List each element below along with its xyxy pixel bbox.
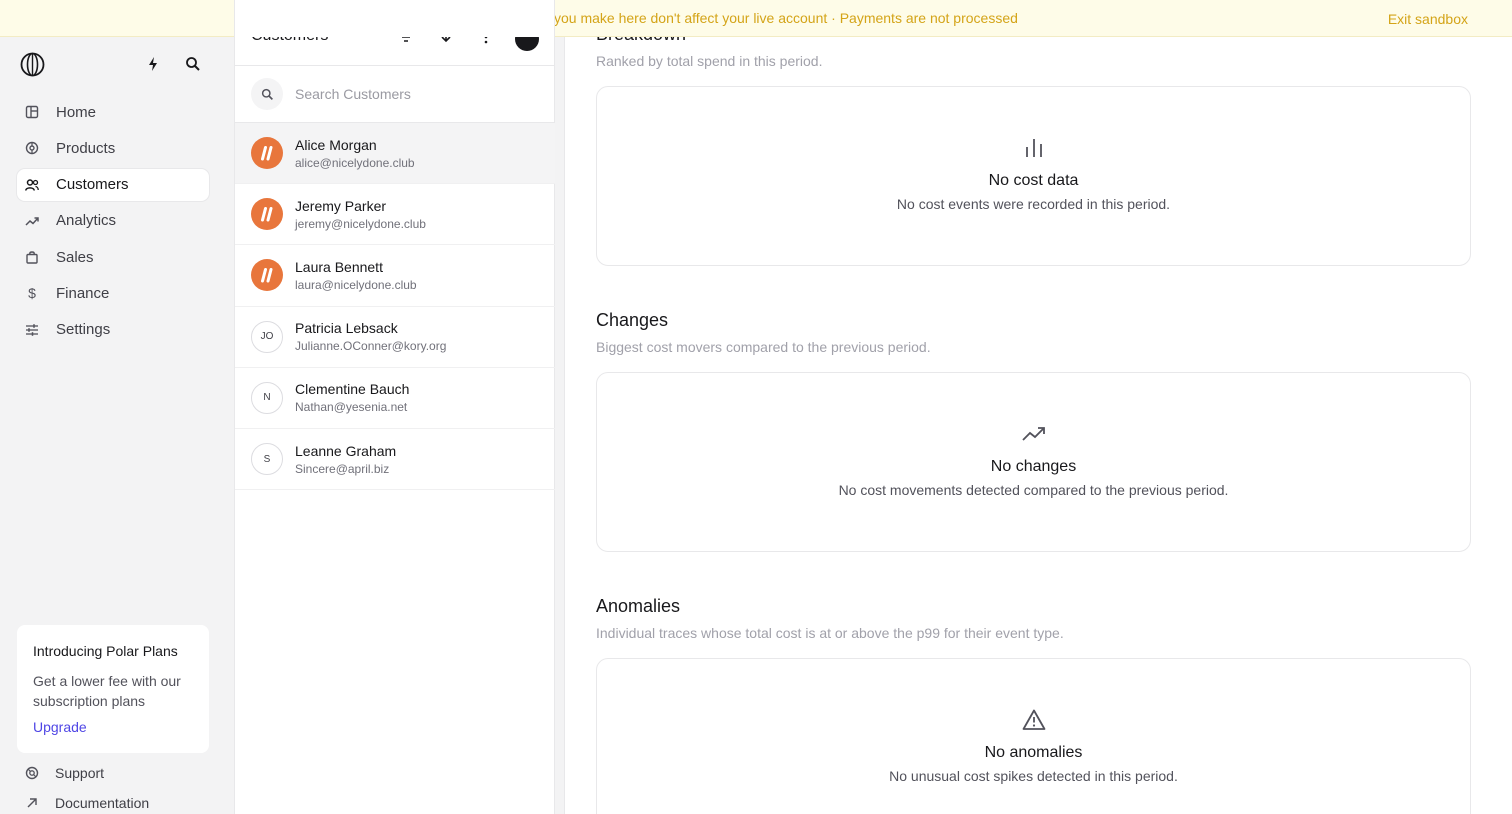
- customer-row[interactable]: S Leanne Graham Sincere@april.biz: [235, 429, 555, 491]
- arrow-up-right-icon: [25, 796, 39, 810]
- anomalies-empty-title: No anomalies: [984, 744, 1083, 761]
- support-icon: [25, 766, 39, 780]
- sales-icon: [25, 250, 39, 264]
- customer-name: Patricia Lebsack: [295, 320, 398, 337]
- sidebar-item-analytics[interactable]: Analytics: [17, 205, 209, 237]
- changes-card: No changes No cost movements detected co…: [596, 372, 1471, 552]
- trending-up-icon: [1021, 427, 1045, 441]
- anomalies-card: No anomalies No unusual cost spikes dete…: [596, 658, 1471, 814]
- customer-email: alice@nicelydone.club: [295, 155, 415, 170]
- support-link[interactable]: Support: [25, 765, 104, 781]
- upgrade-link[interactable]: Upgrade: [33, 719, 87, 735]
- customer-name: Clementine Bauch: [295, 381, 410, 398]
- customer-name: Leanne Graham: [295, 442, 397, 459]
- sidebar-item-home[interactable]: Home: [17, 96, 209, 128]
- changes-empty-title: No changes: [990, 458, 1077, 475]
- search-icon[interactable]: [185, 56, 201, 72]
- settings-icon: [25, 323, 39, 337]
- sidebar-item-finance[interactable]: $ Finance: [17, 277, 209, 309]
- customer-email: Nathan@yesenia.net: [295, 400, 408, 415]
- customer-name: Jeremy Parker: [295, 197, 387, 214]
- customer-name: Alice Morgan: [295, 136, 377, 153]
- customer-avatar: S: [251, 443, 283, 476]
- sidebar-item-label: Customers: [56, 176, 129, 194]
- anomalies-empty-text: No unusual cost spikes detected in this …: [889, 768, 1178, 784]
- polar-logo-icon[interactable]: [20, 52, 45, 77]
- warning-icon: [1022, 709, 1045, 730]
- sidebar: Home Products Customers Analytics Sales: [0, 37, 234, 814]
- sidebar-item-sales[interactable]: Sales: [17, 241, 209, 273]
- customer-email: Sincere@april.biz: [295, 461, 390, 476]
- customers-title: Customers: [251, 37, 328, 45]
- sidebar-item-settings[interactable]: Settings: [17, 314, 209, 346]
- home-icon: [25, 105, 39, 119]
- breakdown-empty-text: No cost events were recorded in this per…: [896, 196, 1171, 212]
- products-icon: [25, 141, 39, 155]
- finance-icon: $: [28, 285, 36, 302]
- support-label: Support: [55, 765, 105, 781]
- customer-avatar: [251, 137, 283, 170]
- documentation-link[interactable]: Documentation: [25, 795, 149, 811]
- customers-header: Customers: [235, 37, 555, 66]
- customer-list: Alice Morgan alice@nicelydone.club Jerem…: [235, 123, 555, 491]
- customer-name: Laura Bennett: [295, 258, 383, 275]
- customer-avatar: [251, 198, 283, 231]
- breakdown-title: Breakdown: [596, 37, 686, 45]
- sidebar-nav: Home Products Customers Analytics Sales: [17, 96, 209, 350]
- analytics-icon: [25, 214, 39, 228]
- sidebar-item-customers[interactable]: Customers: [17, 168, 209, 201]
- breakdown-subtitle: Ranked by total spend in this period.: [596, 53, 823, 69]
- sandbox-banner: Changes you make here don't affect your …: [0, 0, 1512, 37]
- promo-card: Introducing Polar Plans Get a lower fee …: [17, 625, 209, 753]
- search-customers-input[interactable]: [295, 86, 525, 102]
- sidebar-item-label: Analytics: [56, 212, 117, 230]
- download-icon[interactable]: [438, 37, 454, 45]
- customer-email: Julianne.OConner@kory.org: [295, 339, 447, 354]
- search-icon: [251, 78, 283, 110]
- sidebar-item-products[interactable]: Products: [17, 132, 209, 164]
- customers-panel: Customers Alice Morgan alice@nicelydone.…: [234, 0, 555, 814]
- main-content: Breakdown Ranked by total spend in this …: [564, 37, 1512, 814]
- customer-avatar: [251, 259, 283, 292]
- changes-empty-text: No cost movements detected compared to t…: [838, 482, 1229, 498]
- changes-title: Changes: [596, 310, 669, 330]
- customer-row[interactable]: N Clementine Bauch Nathan@yesenia.net: [235, 368, 555, 429]
- more-options-icon[interactable]: [478, 37, 494, 45]
- customer-search: [235, 66, 555, 123]
- documentation-label: Documentation: [55, 795, 150, 811]
- sidebar-item-label: Products: [56, 139, 116, 157]
- filter-icon[interactable]: [398, 37, 414, 45]
- customer-row[interactable]: Alice Morgan alice@nicelydone.club: [235, 123, 555, 185]
- sidebar-item-label: Settings: [56, 321, 111, 339]
- breakdown-card: No cost data No cost events were recorde…: [596, 86, 1471, 266]
- customer-avatar: JO: [251, 320, 283, 353]
- exit-sandbox-link[interactable]: Exit sandbox: [1388, 11, 1468, 27]
- customer-email: laura@nicelydone.club: [295, 277, 417, 292]
- anomalies-subtitle: Individual traces whose total cost is at…: [596, 625, 1064, 641]
- sandbox-message: Changes you make here don't affect your …: [494, 10, 1018, 26]
- sidebar-item-label: Finance: [56, 284, 110, 302]
- breakdown-empty-title: No cost data: [988, 172, 1079, 189]
- anomalies-title: Anomalies: [596, 596, 681, 616]
- bar-chart-icon: [1025, 139, 1042, 157]
- customer-row[interactable]: Jeremy Parker jeremy@nicelydone.club: [235, 184, 555, 246]
- promo-title: Introducing Polar Plans: [33, 643, 178, 659]
- promo-body: Get a lower fee with our subscription pl…: [33, 673, 181, 709]
- customer-row[interactable]: JO Patricia Lebsack Julianne.OConner@kor…: [235, 307, 555, 368]
- customer-avatar: N: [251, 381, 283, 414]
- sidebar-item-label: Home: [56, 103, 97, 121]
- changes-subtitle: Biggest cost movers compared to the prev…: [596, 339, 931, 355]
- sidebar-item-label: Sales: [56, 248, 94, 266]
- customers-icon: [25, 178, 39, 192]
- customer-email: jeremy@nicelydone.club: [295, 216, 426, 231]
- add-customer-button[interactable]: [515, 37, 539, 51]
- bolt-icon[interactable]: [145, 56, 161, 72]
- customer-row[interactable]: Laura Bennett laura@nicelydone.club: [235, 245, 555, 307]
